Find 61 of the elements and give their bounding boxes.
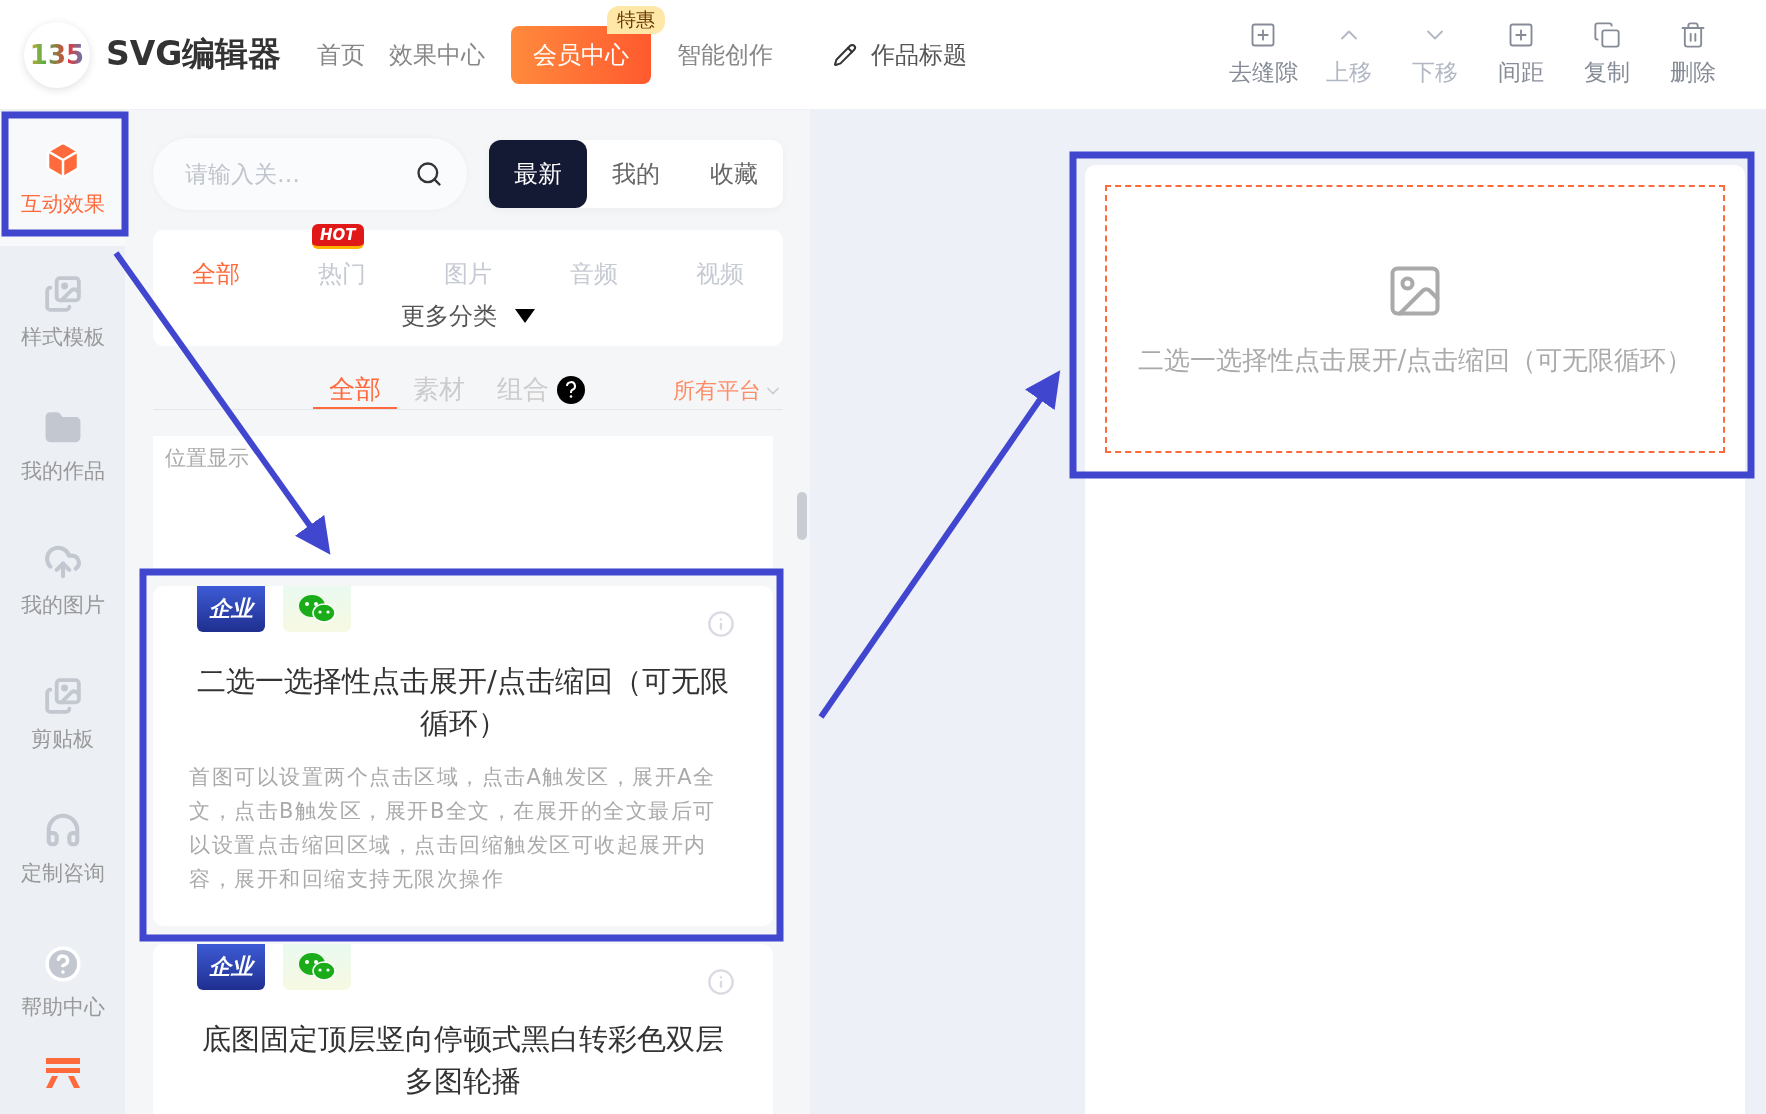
sidebar-item[interactable]: 我的图片 [0, 514, 125, 648]
card-title: 位置显示 [165, 446, 249, 470]
sidebar-item[interactable]: 我的作品 [0, 380, 125, 514]
toolbar-button[interactable]: 删除 [1650, 21, 1736, 88]
caret-icon [515, 309, 535, 323]
info-icon[interactable] [707, 968, 735, 996]
title-field[interactable]: 作品标题 [833, 38, 968, 71]
sort-tab[interactable]: 我的 [587, 140, 685, 208]
trash-icon [1679, 21, 1707, 49]
chat-bubbles-icon [297, 593, 337, 625]
help-icon [43, 945, 82, 983]
card-title: 二选一选择性点击展开/点击缩回（可无限循环） [196, 663, 730, 742]
toolbar-button[interactable]: 去缝隙 [1220, 21, 1306, 88]
sidebar-item[interactable]: 帮助中心 [0, 916, 125, 1050]
images-icon [43, 677, 82, 715]
nav-link[interactable]: 效果中心 [389, 38, 486, 71]
sidebar-item[interactable]: 剪贴板 [0, 648, 125, 782]
search-input[interactable]: 请输入关… [183, 160, 415, 188]
logo-text: SVG编辑器 [106, 33, 282, 75]
nav-link[interactable]: 首页 [317, 38, 366, 71]
search-icon[interactable] [415, 160, 443, 188]
plus-square-icon [1507, 21, 1535, 49]
category-tab[interactable]: 视频 [696, 258, 744, 290]
logo[interactable]: 135 [24, 21, 90, 88]
category-tab[interactable]: 图片 [444, 258, 492, 290]
images-icon [43, 275, 82, 313]
sort-tab[interactable]: 收藏 [685, 140, 783, 208]
platform-dropdown[interactable]: 所有平台 [673, 372, 783, 409]
chat-bubbles-icon [297, 951, 337, 983]
selected-element-frame[interactable]: 二选一选择性点击展开/点击缩回（可无限循环） [1105, 185, 1725, 453]
sub-tab[interactable]: 全部 [313, 372, 397, 409]
enterprise-tag: 企业 [197, 944, 265, 990]
help-icon[interactable] [557, 375, 585, 404]
title-value: 作品标题 [871, 39, 968, 71]
plus-square-icon [1249, 21, 1277, 49]
sort-tab[interactable]: 最新 [489, 140, 587, 208]
sidebar-item[interactable]: 定制咨询 [0, 782, 125, 916]
nav-link[interactable]: 智能创作 [677, 38, 774, 71]
toolbar-button[interactable]: 间距 [1478, 21, 1564, 88]
toolbar-button[interactable]: 复制 [1564, 21, 1650, 88]
enterprise-tag: 企业 [197, 586, 265, 632]
template-card[interactable]: 位置显示 [153, 436, 773, 568]
copy-icon [1593, 21, 1621, 49]
scrollbar-thumb[interactable] [797, 492, 807, 540]
cloud-upload-icon [43, 543, 82, 581]
hot-badge: HOT [312, 224, 364, 249]
banner-icon [43, 1056, 82, 1090]
card-title: 底图固定顶层竖向停顿式黑白转彩色双层多图轮播 [201, 1021, 725, 1100]
category-tab[interactable]: 音频 [570, 258, 618, 290]
card-description: 首图可以设置两个点击区域，点击A触发区，展开A全文，点击B触发区，展开B全文，在展开的全文最后可以设置点击缩回区域，点击回缩触发区可收起展开内容，展开和回缩支持无限次操作 [189, 764, 717, 893]
category-tab[interactable]: 热门 [318, 258, 366, 290]
template-card[interactable]: 企业 二选一选择性点击展开/点击缩回（可无限循环） 首图可以设置两个点击区域，点击A触发区，展开A全文，点击B触发区，展开B全文，在展开的全文最后可以设置点击缩回区域，点击回缩触发区可收起展开内容，展开和回缩支持无限次操作 [153, 586, 773, 926]
element-placeholder-text: 二选一选择性点击展开/点击缩回（可无限循环） [1137, 343, 1693, 377]
search-field[interactable]: 请输入关… [153, 138, 467, 210]
sidebar-item[interactable]: 样式模板 [0, 246, 125, 380]
info-icon[interactable] [707, 610, 735, 638]
template-card[interactable]: 企业 底图固定顶层竖向停顿式黑白转彩色双层多图轮播 [153, 944, 773, 1114]
category-tab[interactable]: 全部 [192, 258, 240, 290]
pencil-icon [833, 42, 858, 67]
promo-badge: 特惠 [607, 5, 666, 34]
more-categories-button[interactable]: 更多分类 [401, 300, 535, 332]
